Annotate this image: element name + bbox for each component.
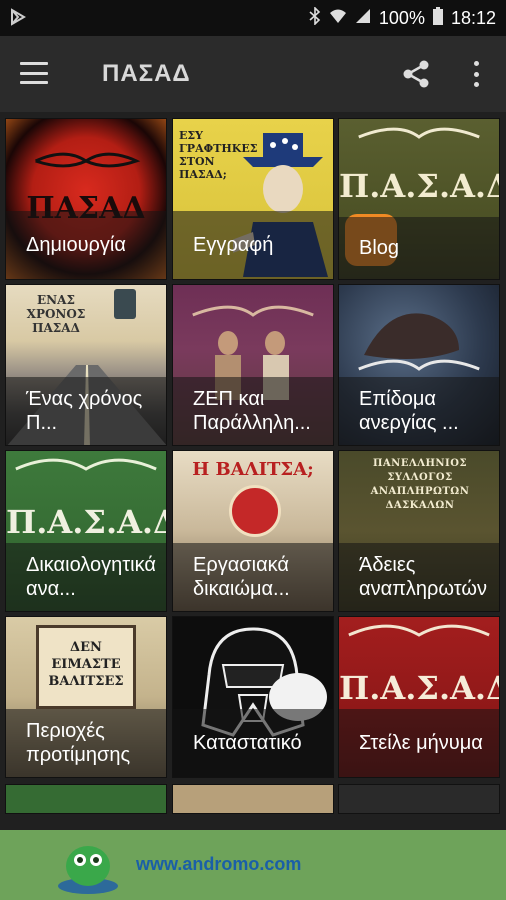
tile-art-text: Π.Α.Σ.Α.Δ	[339, 669, 500, 707]
wifi-icon	[329, 8, 347, 29]
andromo-logo-icon	[58, 846, 118, 894]
status-bar: 100% 18:12	[0, 0, 506, 36]
tile-label: Δικαιολογητικά ανα...	[6, 543, 166, 611]
tile-zep[interactable]: ΖΕΠ και Παράλληλη...	[172, 284, 334, 446]
tile-blog[interactable]: Π.Α.Σ.Α.Δ Blog	[338, 118, 500, 280]
app-bar: ΠΑΣΑΔ	[0, 36, 506, 112]
tile-dikaiologitika[interactable]: Π.Α.Σ.Α.Δ Δικαιολογητικά ανα...	[5, 450, 167, 612]
tile-label: Εργασιακά δικαιώμα...	[173, 543, 333, 611]
tile-label: ΖΕΠ και Παράλληλη...	[173, 377, 333, 445]
tile-art-text: ΠΑΝΕΛΛΗΝΙΟΣ ΣΥΛΛΟΓΟΣ ΑΝΑΠΛΗΡΩΤΩΝ ΔΑΣΚΑΛΩ…	[370, 458, 470, 511]
tile-label: Εγγραφή	[173, 211, 333, 279]
tile-label: Δημιουργία	[6, 211, 166, 279]
tile-art-text: Π.Α.Σ.Α.Δ	[339, 167, 500, 205]
tile-label: Blog	[339, 217, 499, 279]
tile-art-text: Π.Α.Σ.Α.Δ	[6, 503, 167, 541]
ad-text: www.andromo.com	[136, 854, 302, 874]
tile-perioches[interactable]: ΔΕΝ ΕΙΜΑΣΤΕ ΒΑΛΙΤΣΕΣ Περιοχές προτίμησης	[5, 616, 167, 778]
tile-partial-1[interactable]	[5, 784, 167, 814]
badge-icon	[114, 289, 136, 319]
tile-label: Ένας χρόνος Π...	[6, 377, 166, 445]
tile-epidoma-anergias[interactable]: Επίδομα ανεργίας ...	[338, 284, 500, 446]
tile-art-text: ΔΕΝ ΕΙΜΑΣΤΕ ΒΑΛΙΤΣΕΣ	[48, 640, 124, 689]
tile-dimiourgia[interactable]: ΠΑΣΑΔ Δημιουργία	[5, 118, 167, 280]
signal-icon	[355, 8, 371, 29]
tile-grid: ΠΑΣΑΔ Δημιουργία ΕΣΥ ΓΡΑΦΤΗΚΕΣ ΣΤΟΝ ΠΑΣΑ…	[0, 112, 506, 830]
clock: 18:12	[450, 7, 496, 28]
seal-icon	[229, 485, 281, 537]
tile-enas-chronos[interactable]: ΕΝΑΣ ΧΡΟΝΟΣ ΠΑΣΑΔ Ένας χρόνος Π...	[5, 284, 167, 446]
tile-art-text: Η ΒΑΛΙΤΣΑ;	[192, 459, 314, 480]
tile-label: Επίδομα ανεργίας ...	[339, 377, 499, 445]
battery-icon	[432, 6, 443, 30]
tile-katastatiko[interactable]: Καταστατικό	[172, 616, 334, 778]
bluetooth-icon	[309, 5, 321, 30]
tile-art-text: ΕΣΥ ΓΡΑΦΤΗΚΕΣ ΣΤΟΝ ΠΑΣΑΔ;	[179, 129, 258, 181]
battery-percent: 100%	[378, 7, 425, 28]
tile-adeies[interactable]: ΠΑΝΕΛΛΗΝΙΟΣ ΣΥΛΛΟΓΟΣ ΑΝΑΠΛΗΡΩΤΩΝ ΔΑΣΚΑΛΩ…	[338, 450, 500, 612]
tile-ergasiaka[interactable]: Η ΒΑΛΙΤΣΑ; Εργασιακά δικαιώμα...	[172, 450, 334, 612]
tile-partial-3[interactable]	[338, 784, 500, 814]
share-icon[interactable]	[400, 58, 432, 90]
notification-icon	[10, 8, 26, 31]
tile-label: Στείλε μήνυμα	[339, 709, 499, 777]
more-options-icon[interactable]	[466, 58, 486, 90]
menu-icon[interactable]	[20, 62, 48, 84]
tile-label: Καταστατικό	[173, 709, 333, 777]
tile-art-text: ΕΝΑΣ ΧΡΟΝΟΣ ΠΑΣΑΔ	[26, 293, 86, 335]
tile-steile-minima[interactable]: Π.Α.Σ.Α.Δ Στείλε μήνυμα	[338, 616, 500, 778]
tile-partial-2[interactable]	[172, 784, 334, 814]
tile-eggrafi[interactable]: ΕΣΥ ΓΡΑΦΤΗΚΕΣ ΣΤΟΝ ΠΑΣΑΔ; Εγγραφή	[172, 118, 334, 280]
tile-label: Άδειες αναπληρωτών	[339, 543, 499, 611]
ad-banner[interactable]: www.andromo.com	[0, 830, 506, 900]
app-title: ΠΑΣΑΔ	[102, 60, 191, 87]
tile-label: Περιοχές προτίμησης	[6, 709, 166, 777]
